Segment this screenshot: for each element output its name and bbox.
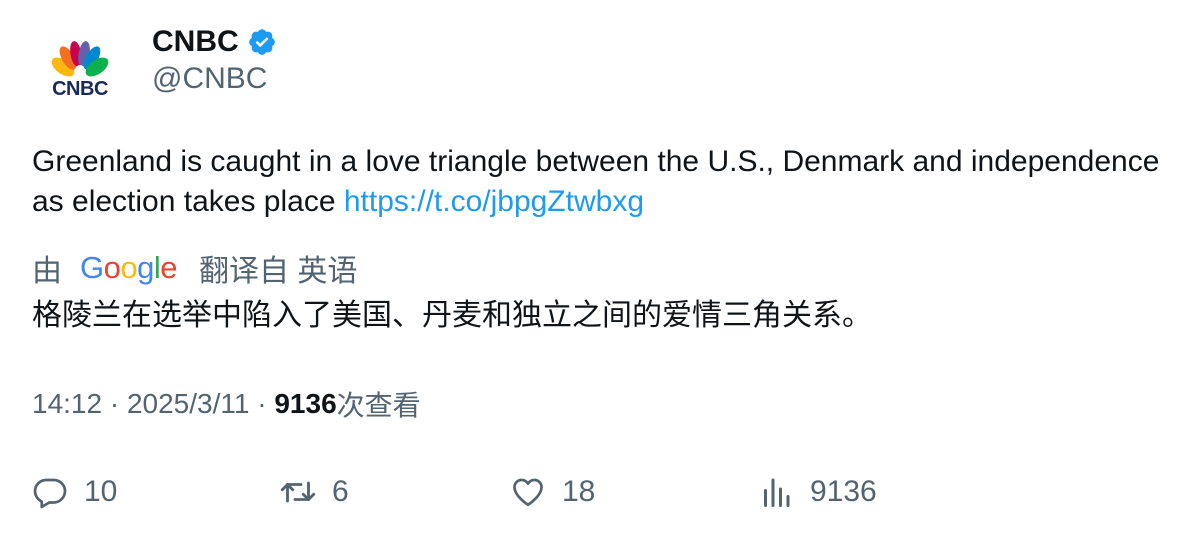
meta-separator: ·: [249, 388, 275, 419]
cnbc-peacock-logo-icon: [51, 41, 109, 77]
translated-text: 格陵兰在选举中陷入了美国、丹麦和独立之间的爱情三角关系。: [32, 299, 872, 332]
like-button[interactable]: 18: [510, 470, 595, 514]
translation-attribution: 由 Google 翻译自 英语: [32, 246, 357, 290]
reply-icon: [33, 478, 67, 509]
google-logo-icon: Google: [80, 250, 178, 285]
action-bar: 10 6 18 9136: [32, 470, 1172, 514]
author-handle[interactable]: @CNBC: [152, 62, 267, 96]
author-display-name[interactable]: CNBC: [152, 25, 239, 59]
retweet-icon: [280, 481, 316, 503]
tweet-link[interactable]: https://t.co/jbpgZtwbxg: [344, 185, 644, 218]
reply-count: 10: [84, 475, 118, 508]
retweet-button[interactable]: 6: [280, 470, 349, 514]
tweet-time[interactable]: 14:12: [32, 388, 102, 420]
verified-badge-icon: [248, 29, 275, 55]
views-button[interactable]: 9136: [758, 470, 877, 514]
tweet-text: Greenland is caught in a love triangle b…: [32, 142, 1162, 222]
tweet-date[interactable]: 2025/3/11: [127, 388, 250, 420]
analytics-icon: [764, 478, 790, 507]
avatar-wordmark: CNBC: [52, 78, 108, 100]
reply-button[interactable]: 10: [32, 470, 117, 514]
avatar[interactable]: CNBC: [30, 24, 130, 124]
views-label: 次查看: [336, 390, 421, 421]
translation-suffix: 翻译自 英语: [199, 255, 358, 288]
retweet-count: 6: [332, 475, 349, 508]
views-count: 9136: [274, 388, 337, 419]
tweet-meta: 14:12 · 2025/3/11 · 9136 次查看: [32, 384, 421, 424]
translation-prefix: 由: [32, 255, 62, 288]
like-count: 18: [562, 475, 596, 508]
heart-icon: [513, 478, 543, 507]
views-action-count: 9136: [810, 475, 877, 508]
meta-separator: ·: [102, 388, 127, 419]
author-name-row: CNBC: [152, 22, 277, 62]
